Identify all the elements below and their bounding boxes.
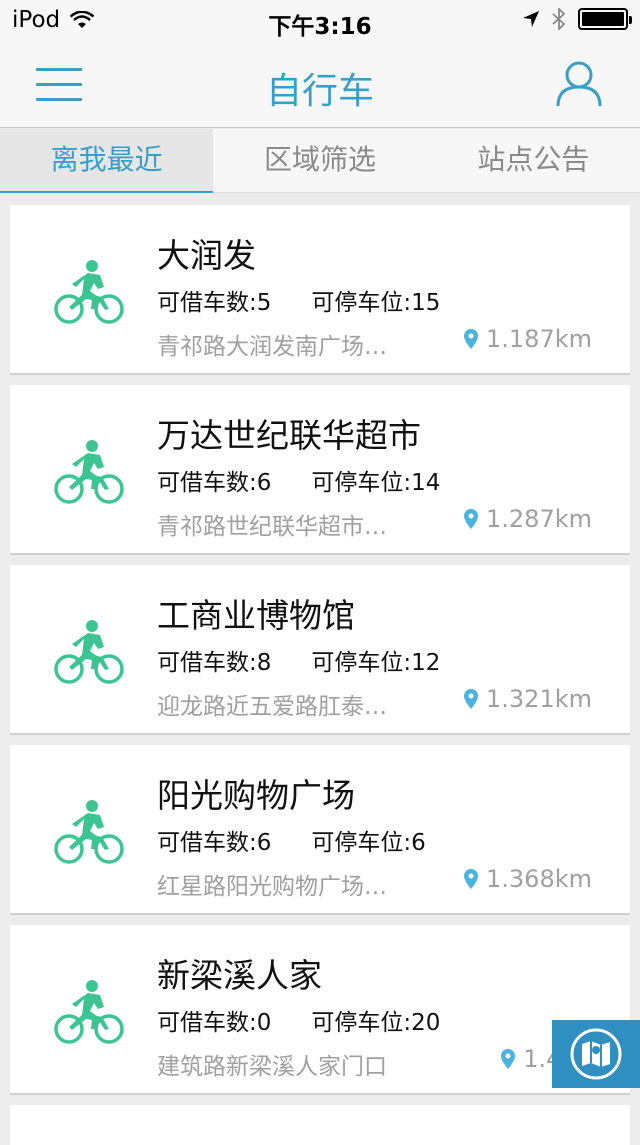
station-name: 万达世纪联华超市: [157, 416, 421, 455]
station-name: 工商业博物馆: [157, 596, 355, 635]
available-bikes: 可借车数:8: [157, 650, 272, 676]
user-icon: [556, 61, 602, 107]
station-name: 大润发: [157, 236, 256, 275]
battery-icon: [578, 8, 632, 30]
station-name: 新梁溪人家: [157, 956, 322, 995]
available-docks: 可停车位:12: [311, 650, 441, 676]
station-card[interactable]: 阳光购物广场 可借车数:6 可停车位:6 红星路阳光购物广场… 1.368km: [10, 745, 630, 913]
available-docks: 可停车位:20: [311, 1010, 441, 1036]
location-pin-icon: [464, 689, 479, 709]
station-address: 青祁路大润发南广场…: [157, 334, 387, 360]
map-icon: [570, 1028, 622, 1080]
station-address: 迎龙路近五爱路肛泰…: [157, 694, 387, 720]
station-distance: 1.368km: [486, 865, 592, 893]
bicycle-rider-icon: [54, 980, 124, 1044]
bicycle-rider-icon: [54, 440, 124, 504]
page-title: 自行车: [265, 71, 374, 112]
tab-station-notice[interactable]: 站点公告: [427, 129, 640, 192]
location-pin-icon: [501, 1049, 516, 1069]
status-bar: iPod 下午3:16: [0, 0, 640, 40]
location-pin-icon: [464, 329, 479, 349]
station-card-partial[interactable]: [10, 1105, 630, 1145]
station-list: 大润发 可借车数:5 可停车位:15 青祁路大润发南广场… 1.187km 万达世…: [10, 205, 630, 1105]
station-name: 阳光购物广场: [157, 776, 355, 815]
available-bikes: 可借车数:6: [157, 830, 272, 856]
bicycle-rider-icon: [54, 260, 124, 324]
station-card[interactable]: 万达世纪联华超市 可借车数:6 可停车位:14 青祁路世纪联华超市… 1.287k…: [10, 385, 630, 553]
station-distance: 1.187km: [486, 325, 592, 353]
station-address: 青祁路世纪联华超市…: [157, 514, 387, 540]
available-docks: 可停车位:14: [311, 470, 441, 496]
available-bikes: 可借车数:6: [157, 470, 272, 496]
bicycle-rider-icon: [54, 800, 124, 864]
station-distance: 1.287km: [486, 505, 592, 533]
bluetooth-icon: [552, 8, 566, 30]
available-docks: 可停车位:6: [311, 830, 426, 856]
tab-area-filter[interactable]: 区域筛选: [213, 129, 426, 192]
tab-nearest[interactable]: 离我最近: [0, 129, 214, 193]
user-button[interactable]: [556, 60, 602, 108]
station-card[interactable]: 工商业博物馆 可借车数:8 可停车位:12 迎龙路近五爱路肛泰… 1.321km: [10, 565, 630, 733]
navigation-bar: 自行车: [0, 40, 640, 128]
available-bikes: 可借车数:0: [157, 1010, 272, 1036]
station-card[interactable]: 新梁溪人家 可借车数:0可停车位:20 建筑路新梁溪人家门口 1.403: [10, 925, 630, 1093]
station-address: 建筑路新梁溪人家门口: [157, 1054, 387, 1080]
station-address: 红星路阳光购物广场…: [157, 874, 387, 900]
tab-bar: 离我最近 区域筛选 站点公告: [0, 129, 640, 193]
station-distance: 1.321km: [486, 685, 592, 713]
station-card[interactable]: 大润发 可借车数:5 可停车位:15 青祁路大润发南广场… 1.187km: [10, 205, 630, 373]
available-bikes: 可借车数:5: [157, 290, 272, 316]
map-view-button[interactable]: [552, 1020, 640, 1088]
bicycle-rider-icon: [54, 620, 124, 684]
location-pin-icon: [464, 509, 479, 529]
location-arrow-icon: [523, 11, 539, 27]
available-docks: 可停车位:15: [311, 290, 441, 316]
location-pin-icon: [464, 869, 479, 889]
